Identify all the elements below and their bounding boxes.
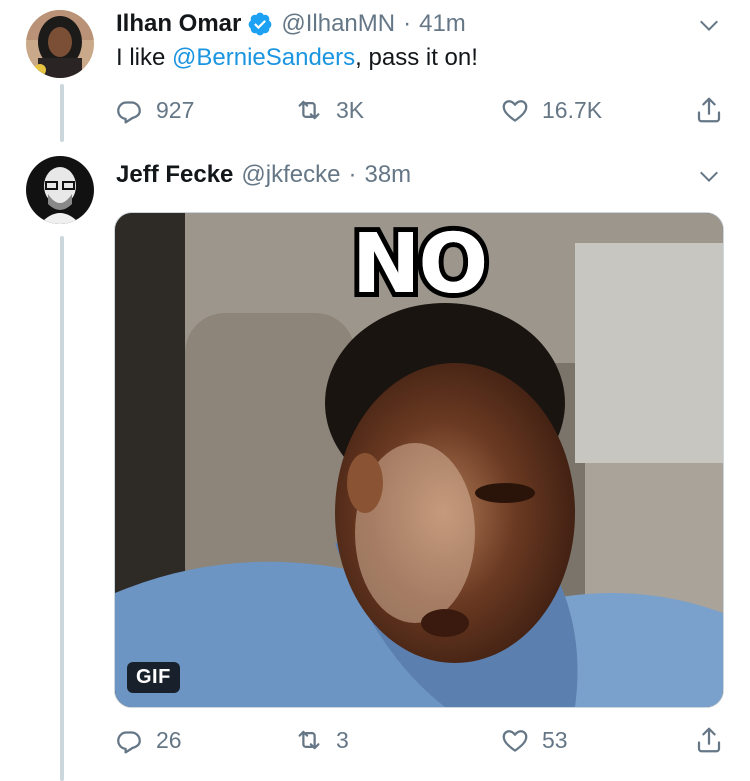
retweet-count: 3 <box>336 726 349 753</box>
retweet-button[interactable]: 3 <box>294 720 349 760</box>
tweet-text: I like @BernieSanders, pass it on! <box>116 44 478 72</box>
separator-dot: · <box>403 10 412 37</box>
reply-count: 927 <box>156 96 195 123</box>
tweet-header: Ilhan Omar @IlhanMN · 41m <box>116 6 720 42</box>
separator-dot: · <box>348 161 357 188</box>
display-name[interactable]: Jeff Fecke <box>116 161 233 189</box>
share-icon <box>697 727 721 753</box>
reply-count: 26 <box>156 726 182 753</box>
handle[interactable]: @jkfecke <box>241 161 340 189</box>
tweet-header: Jeff Fecke @jkfecke · 38m <box>116 157 720 193</box>
gif-media[interactable]: NO NO GIF <box>114 212 724 708</box>
tweet-actions: 927 3K 16.7K <box>114 90 724 130</box>
reply-button[interactable]: 927 <box>114 90 194 130</box>
avatar[interactable] <box>26 10 94 78</box>
like-count: 53 <box>542 726 568 753</box>
like-icon <box>502 730 528 752</box>
thread-line-top <box>60 84 64 142</box>
gif-overlay-text: NO <box>351 217 488 312</box>
verified-badge-icon <box>247 11 273 37</box>
reply-button[interactable]: 26 <box>114 720 182 760</box>
gif-badge: GIF <box>127 662 180 693</box>
thread-line-bottom <box>60 236 64 781</box>
share-icon <box>697 97 721 123</box>
like-button[interactable]: 16.7K <box>500 90 602 130</box>
avatar[interactable] <box>26 156 94 224</box>
reply-icon <box>117 731 141 754</box>
retweet-icon <box>298 730 320 750</box>
share-button[interactable] <box>694 720 724 760</box>
reply-icon <box>117 101 141 124</box>
mention-link[interactable]: @BernieSanders <box>172 44 355 71</box>
handle[interactable]: @IlhanMN <box>281 10 395 38</box>
timestamp[interactable]: 38m <box>364 161 411 189</box>
tweet-actions: 26 3 53 <box>114 720 724 760</box>
like-count: 16.7K <box>542 96 603 123</box>
like-button[interactable]: 53 <box>500 720 568 760</box>
avatar-photo <box>26 10 94 78</box>
like-icon <box>502 100 528 122</box>
timestamp[interactable]: 41m <box>419 10 466 38</box>
avatar-photo <box>26 156 94 224</box>
retweet-icon <box>298 100 320 120</box>
chevron-down-icon[interactable] <box>698 165 720 187</box>
chevron-down-icon[interactable] <box>698 14 720 36</box>
retweet-count: 3K <box>336 96 365 123</box>
tweet-text-suffix: , pass it on! <box>355 44 478 71</box>
retweet-button[interactable]: 3K <box>294 90 364 130</box>
share-button[interactable] <box>694 90 724 130</box>
tweet-text-prefix: I like <box>116 44 173 71</box>
display-name[interactable]: Ilhan Omar <box>116 10 241 38</box>
